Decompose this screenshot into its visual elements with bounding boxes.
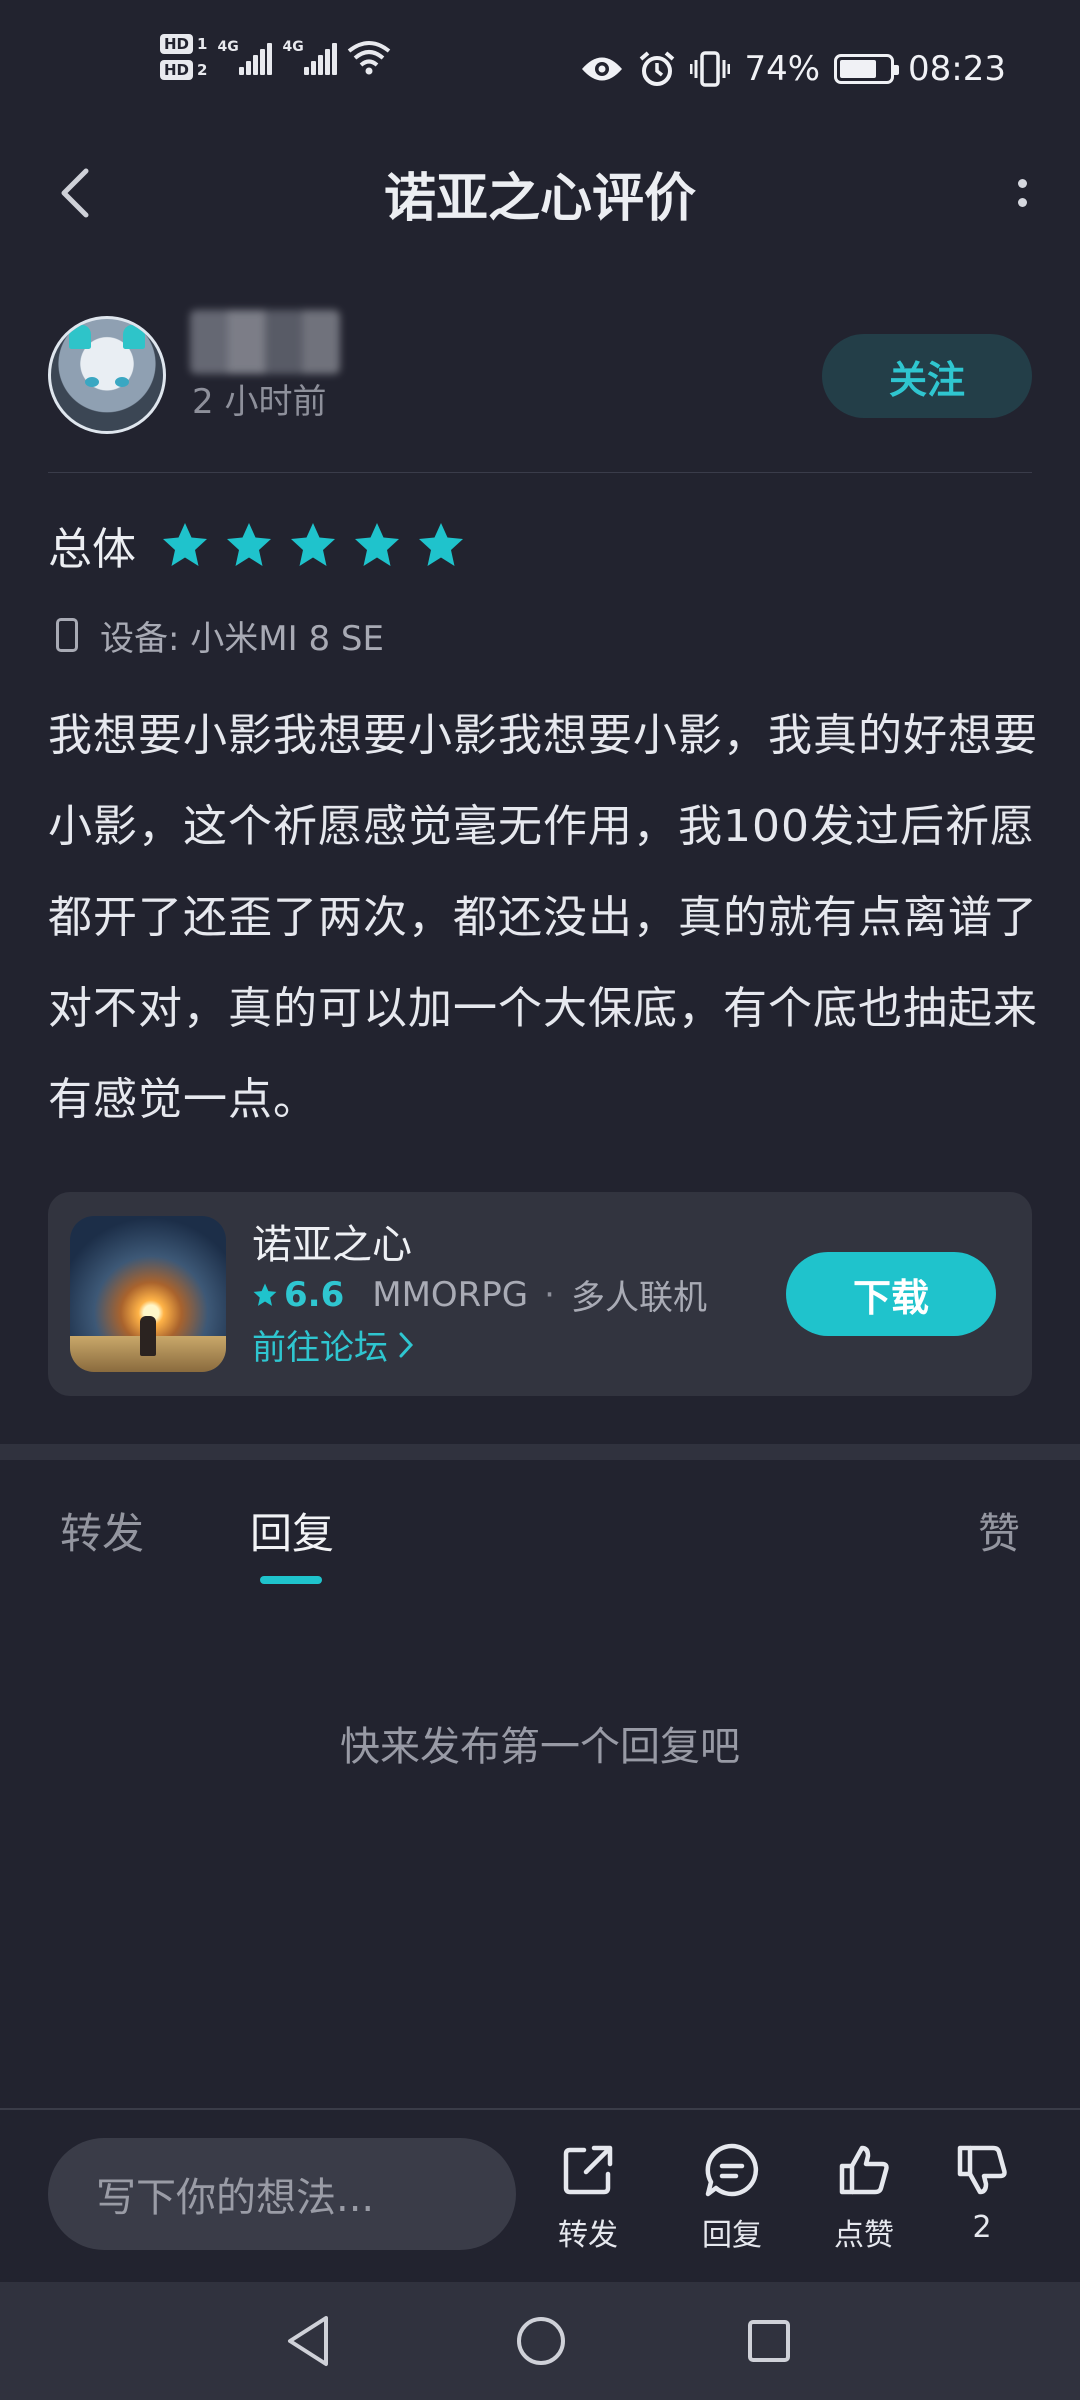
network-status: HD 1 HD 2 4G 4G [160, 34, 391, 80]
hd-badge: HD [160, 34, 194, 54]
rating-row: 总体 [48, 510, 466, 580]
share-button[interactable]: 转发 [538, 2140, 638, 2254]
section-separator [0, 1444, 1080, 1460]
author-row: 2 小时前 关注 [48, 310, 1032, 440]
download-button[interactable]: 下载 [786, 1252, 996, 1336]
game-name: 诺亚之心 [252, 1222, 412, 1268]
like-label: 点赞 [834, 2218, 894, 2253]
follow-button[interactable]: 关注 [822, 334, 1032, 418]
star-icon [419, 523, 463, 566]
like-button[interactable]: 点赞 [814, 2140, 914, 2254]
rating-label: 总体 [48, 524, 136, 575]
nav-back-button[interactable] [276, 2308, 342, 2374]
signal-icon: 4G [217, 39, 273, 75]
signal-icon: 4G [282, 39, 338, 75]
reply-label: 回复 [702, 2218, 762, 2253]
circle-home-icon [517, 2317, 565, 2365]
device-label: 设备: [100, 618, 180, 659]
star-icon [355, 523, 399, 566]
nav-recents-button[interactable] [736, 2308, 802, 2374]
nav-home-button[interactable] [508, 2308, 574, 2374]
eye-icon [582, 57, 623, 81]
clock: 08:23 [908, 49, 1006, 89]
device-info: 设备: 小米MI 8 SE [56, 610, 384, 660]
forum-link-label: 前往论坛 [252, 1328, 388, 1368]
network-type: 4G [282, 39, 304, 55]
reply-button[interactable]: 回复 [682, 2140, 782, 2254]
thumbs-down-icon [957, 2145, 1007, 2195]
page-title: 诺亚之心评价 [383, 169, 696, 229]
chevron-right-icon [399, 1332, 414, 1357]
avatar[interactable] [48, 316, 166, 434]
empty-replies-message: 快来发布第一个回复吧 [340, 1724, 740, 1770]
system-nav-bar [0, 2282, 1080, 2400]
star-icon [253, 1283, 277, 1306]
tab-bar: 转发 回复 赞 [0, 1490, 1080, 1600]
game-score: 6.6 [252, 1275, 344, 1315]
game-genre: MMORPG [372, 1274, 529, 1315]
star-icon [227, 523, 271, 566]
phone-icon [56, 618, 78, 652]
sim-number: 2 [197, 61, 208, 79]
action-bar: 写下你的想法... 转发 回复 点赞 2 [0, 2110, 1080, 2280]
dislike-count: 2 [972, 2210, 992, 2245]
forum-link[interactable]: 前往论坛 [252, 1320, 414, 1369]
share-label: 转发 [558, 2218, 618, 2253]
active-tab-indicator [260, 1576, 322, 1584]
game-tag: 多人联机 [570, 1278, 707, 1318]
more-dot-icon [1017, 198, 1027, 207]
network-type: 4G [217, 39, 239, 55]
tab-share[interactable]: 转发 [60, 1500, 144, 1561]
status-bar: HD 1 HD 2 4G 4G 74% 08:23 [0, 0, 1080, 130]
tab-likes[interactable]: 赞 [978, 1500, 1020, 1561]
game-icon [70, 1216, 226, 1372]
sim-number: 1 [197, 35, 208, 53]
hd-badge: HD [160, 60, 194, 80]
post-time: 2 小时前 [192, 382, 327, 422]
username-blurred[interactable] [190, 310, 340, 374]
battery-fill [840, 60, 876, 78]
star-icon [163, 523, 207, 566]
device-value: 小米MI 8 SE [190, 618, 384, 659]
comment-icon [705, 2143, 759, 2197]
wifi-icon [348, 41, 391, 75]
review-body: 我想要小影我想要小影我想要小影，我真的好想要小影，这个祈愿感觉毫无作用，我100… [48, 710, 1038, 1125]
separator: · [544, 1274, 555, 1315]
tab-replies[interactable]: 回复 [250, 1500, 334, 1561]
more-options-button[interactable] [992, 158, 1052, 228]
share-icon [563, 2145, 613, 2195]
vibrate-icon [690, 51, 731, 87]
game-meta: 6.6 MMORPG · 多人联机 [252, 1270, 707, 1319]
dislike-button[interactable]: 2 [932, 2140, 1032, 2245]
comment-input[interactable]: 写下你的想法... [48, 2138, 516, 2250]
divider [48, 472, 1032, 473]
square-recents-icon [748, 2320, 790, 2362]
game-card[interactable]: 诺亚之心 6.6 MMORPG · 多人联机 前往论坛 下载 [48, 1192, 1032, 1396]
score-value: 6.6 [284, 1274, 345, 1315]
battery-icon [834, 54, 900, 84]
alarm-icon [640, 51, 675, 86]
thumbs-up-icon [839, 2145, 889, 2195]
top-bar: 诺亚之心评价 [0, 130, 1080, 260]
more-dot-icon [1017, 179, 1027, 188]
triangle-back-icon [288, 2316, 328, 2366]
star-icon [291, 523, 335, 566]
battery-percent: 74% [744, 49, 821, 89]
rating-stars [160, 520, 466, 570]
